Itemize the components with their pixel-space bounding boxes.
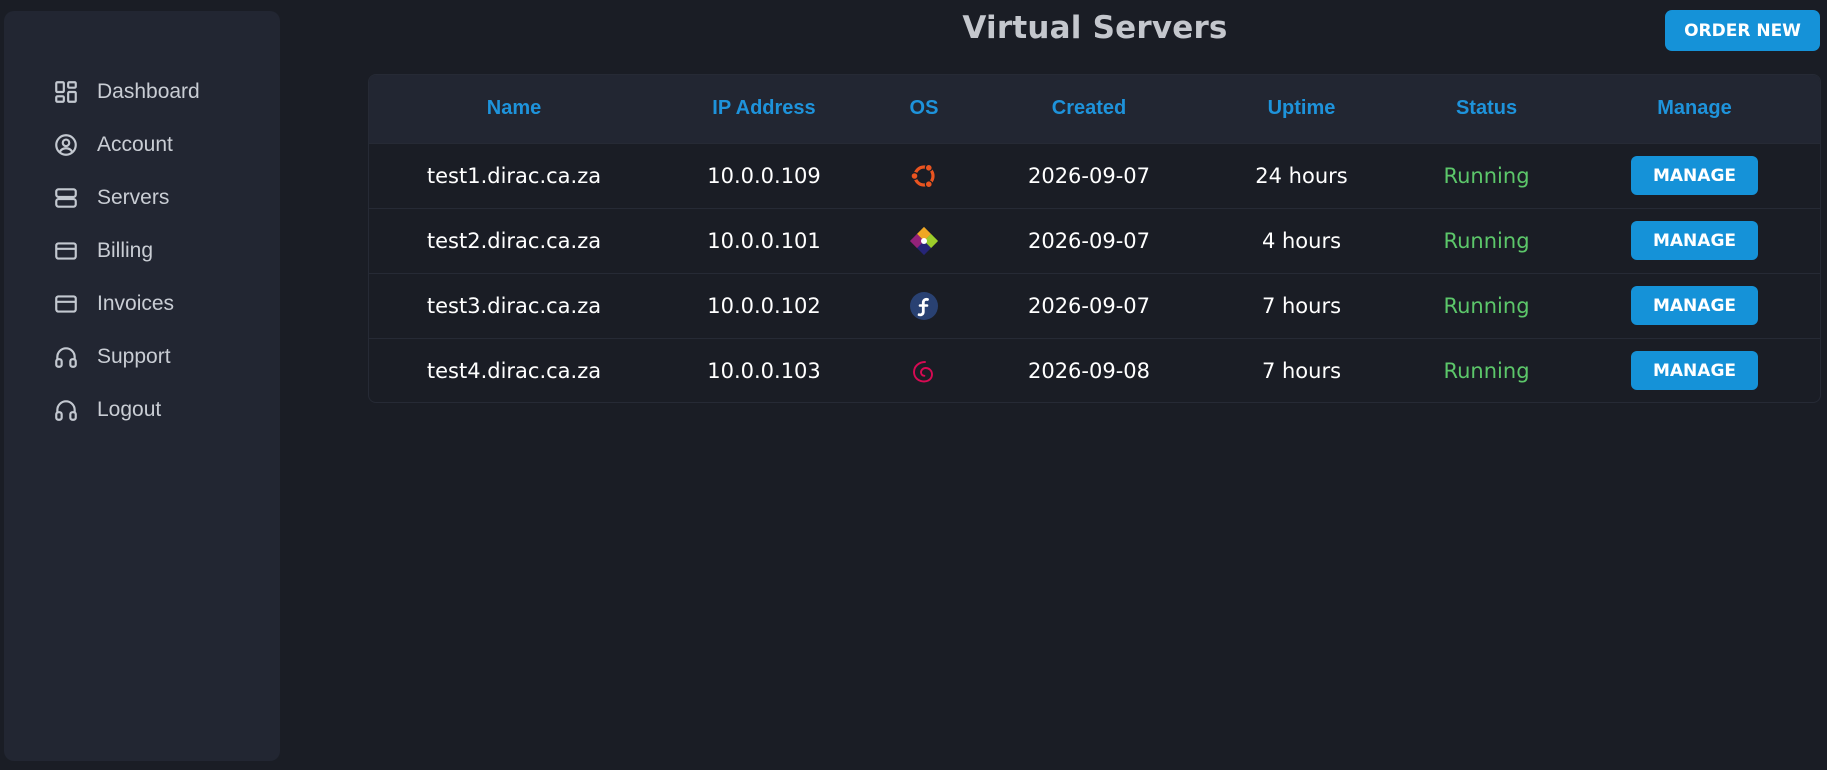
column-header-os[interactable]: OS	[869, 75, 979, 143]
sidebar-item-label: Servers	[97, 185, 170, 209]
sidebar-item-label: Billing	[97, 238, 154, 262]
sidebar-item-support[interactable]: Support	[4, 330, 280, 383]
server-uptime: 7 hours	[1261, 358, 1342, 383]
server-os	[869, 143, 979, 208]
order-new-button[interactable]: ORDER NEW	[1665, 10, 1820, 51]
server-created: 2026-09-07	[1027, 293, 1151, 318]
sidebar-item-label: Dashboard	[97, 79, 200, 103]
server-uptime: 7 hours	[1261, 293, 1342, 318]
server-ip: 10.0.0.109	[707, 163, 821, 188]
column-header-status[interactable]: Status	[1404, 75, 1569, 143]
table-row: test1.dirac.ca.za 10.0.0.109 2026-09-07 …	[369, 143, 1820, 208]
table-row: test4.dirac.ca.za 10.0.0.103 2026-09-08 …	[369, 338, 1820, 402]
status-badge: Running	[1443, 293, 1530, 318]
column-header-uptime[interactable]: Uptime	[1199, 75, 1404, 143]
server-ip: 10.0.0.102	[707, 293, 821, 318]
sidebar-item-label: Logout	[97, 397, 162, 421]
manage-cell: MANAGE	[1569, 208, 1820, 273]
debian-icon	[908, 355, 940, 387]
servers-table: Name IP Address OS Created Uptime Status…	[368, 74, 1821, 403]
manage-cell: MANAGE	[1569, 338, 1820, 402]
user-circle-icon	[53, 132, 79, 158]
server-name: test3.dirac.ca.za	[426, 293, 602, 318]
headset-icon	[53, 397, 79, 423]
server-icon	[53, 185, 79, 211]
server-os	[869, 273, 979, 338]
sidebar-item-dashboard[interactable]: Dashboard	[4, 65, 280, 118]
sidebar-nav: Dashboard Account Servers Billing Invoic…	[4, 65, 280, 436]
manage-button[interactable]: MANAGE	[1631, 286, 1758, 325]
sidebar-item-account[interactable]: Account	[4, 118, 280, 171]
table-row: test3.dirac.ca.za 10.0.0.102 2026-09-07 …	[369, 273, 1820, 338]
manage-button[interactable]: MANAGE	[1631, 221, 1758, 260]
server-name: test4.dirac.ca.za	[426, 358, 602, 383]
manage-button[interactable]: MANAGE	[1631, 351, 1758, 391]
server-ip: 10.0.0.101	[707, 228, 821, 253]
server-os	[869, 338, 979, 402]
server-ip: 10.0.0.103	[707, 358, 821, 383]
column-header-created[interactable]: Created	[979, 75, 1199, 143]
column-header-ip[interactable]: IP Address	[659, 75, 869, 143]
sidebar-item-billing[interactable]: Billing	[4, 224, 280, 277]
server-name: test1.dirac.ca.za	[426, 163, 602, 188]
server-uptime: 4 hours	[1261, 228, 1342, 253]
headset-icon	[53, 344, 79, 370]
table-header-row: Name IP Address OS Created Uptime Status…	[369, 75, 1820, 143]
server-created: 2026-09-07	[1027, 163, 1151, 188]
table-row: test2.dirac.ca.za 10.0.0.101 2026-09-07 …	[369, 208, 1820, 273]
sidebar-item-invoices[interactable]: Invoices	[4, 277, 280, 330]
server-os	[869, 208, 979, 273]
column-header-manage[interactable]: Manage	[1569, 75, 1820, 143]
sidebar-item-label: Support	[97, 344, 171, 368]
status-badge: Running	[1443, 163, 1530, 188]
sidebar-item-label: Account	[97, 132, 173, 156]
column-header-name[interactable]: Name	[369, 75, 659, 143]
server-uptime: 24 hours	[1255, 163, 1348, 188]
manage-button[interactable]: MANAGE	[1631, 156, 1758, 195]
ubuntu-icon	[908, 160, 940, 192]
credit-card-icon	[53, 291, 79, 317]
manage-cell: MANAGE	[1569, 273, 1820, 338]
status-badge: Running	[1443, 228, 1530, 253]
manage-cell: MANAGE	[1569, 143, 1820, 208]
sidebar-item-servers[interactable]: Servers	[4, 171, 280, 224]
credit-card-icon	[53, 238, 79, 264]
sidebar: Dashboard Account Servers Billing Invoic…	[4, 11, 280, 761]
sidebar-item-logout[interactable]: Logout	[4, 383, 280, 436]
page-title: Virtual Servers	[962, 10, 1228, 46]
sidebar-item-label: Invoices	[97, 291, 175, 315]
fedora-icon	[908, 290, 940, 322]
server-name: test2.dirac.ca.za	[426, 228, 602, 253]
server-created: 2026-09-07	[1027, 228, 1151, 253]
status-badge: Running	[1443, 358, 1530, 383]
server-created: 2026-09-08	[1027, 358, 1151, 383]
centos-icon	[908, 225, 940, 257]
dashboard-icon	[53, 79, 79, 105]
app-root: Dashboard Account Servers Billing Invoic…	[0, 0, 1827, 770]
